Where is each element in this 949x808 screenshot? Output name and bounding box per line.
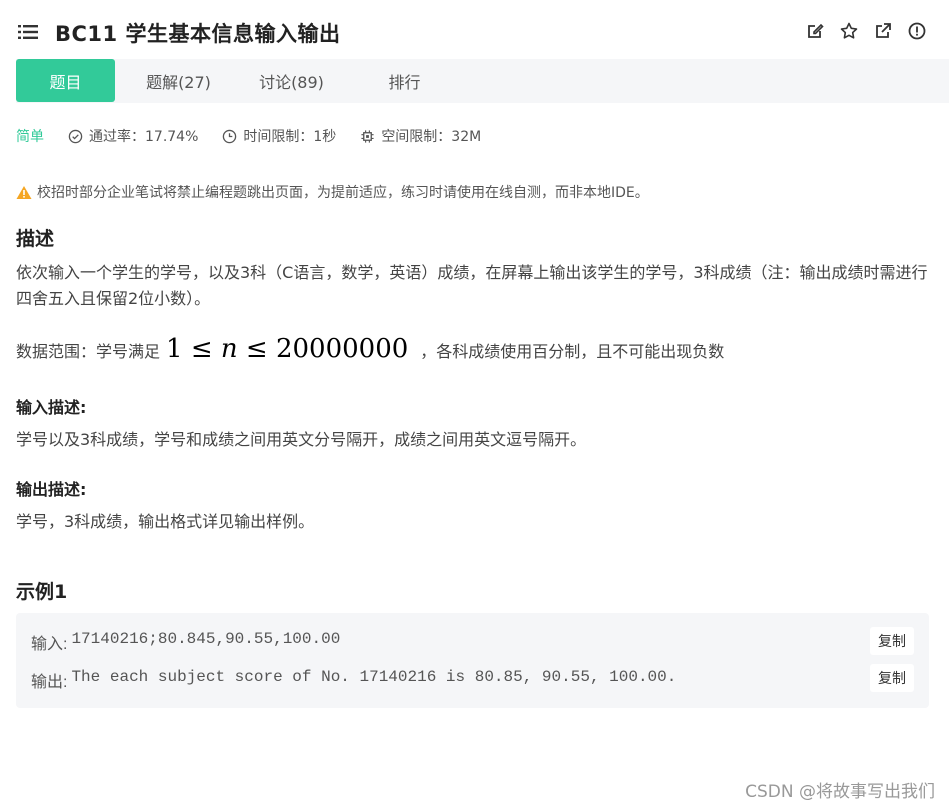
example-output-value: The each subject score of No. 17140216 i…	[71, 668, 677, 686]
range-suffix: ，各科成绩使用百分制，且不可能出现负数	[420, 342, 725, 361]
example-output: 输出: The each subject score of No. 171402…	[31, 668, 676, 692]
time-limit: 时间限制：1秒	[222, 126, 336, 146]
range-prefix: 数据范围：学号满足	[16, 342, 161, 361]
edit-icon[interactable]	[805, 21, 825, 41]
list-icon[interactable]	[18, 24, 38, 40]
copy-output-button[interactable]: 复制	[870, 664, 914, 692]
example-output-label: 输出:	[31, 674, 68, 691]
output-desc-heading: 输出描述:	[16, 480, 87, 499]
clock-icon	[223, 129, 237, 143]
example-heading: 示例1	[16, 581, 68, 603]
input-desc-text: 学号以及3科成绩，学号和成绩之间用英文分号隔开，成绩之间用英文逗号隔开。	[16, 430, 587, 449]
star-icon[interactable]	[839, 21, 859, 41]
input-desc-heading: 输入描述:	[16, 398, 87, 417]
info-icon[interactable]	[907, 21, 927, 41]
data-range: 数据范围：学号满足 1 ≤ n ≤ 20000000 ，各科成绩使用百分制，且不…	[16, 334, 724, 364]
exam-notice: 校招时部分企业笔试将禁止编程题跳出页面，为提前适应，练习时请使用在线自测，而非本…	[16, 182, 649, 202]
tab-discussion[interactable]: 讨论(89)	[242, 59, 341, 102]
difficulty-badge: 简单	[16, 129, 44, 145]
watermark: CSDN @将故事写出我们	[745, 782, 935, 802]
problem-header: BC11 学生基本信息输入输出	[0, 0, 949, 60]
time-limit-text: 时间限制：1秒	[243, 129, 337, 145]
notice-text: 校招时部分企业笔试将禁止编程题跳出页面，为提前适应，练习时请使用在线自测，而非本…	[37, 185, 649, 201]
example-box: 输入: 17140216;80.845,90.55,100.00 复制 输出: …	[16, 613, 929, 708]
chip-icon	[361, 129, 374, 143]
description-heading: 描述	[16, 228, 55, 250]
problem-meta: 简单 通过率：17.74% 时间限制：1秒 空间限制：32M	[16, 126, 505, 146]
description-text: 依次输入一个学生的学号，以及3科（C语言，数学，英语）成绩，在屏幕上输出该学生的…	[16, 263, 928, 308]
header-actions	[805, 21, 927, 41]
space-limit-text: 空间限制：32M	[381, 129, 482, 145]
range-math-left: 1 ≤	[166, 334, 221, 364]
range-formula: 1 ≤ n ≤ 20000000	[166, 334, 408, 364]
example-input-value: 17140216;80.845,90.55,100.00	[71, 630, 341, 648]
warning-icon	[16, 185, 32, 199]
check-circle-icon	[68, 129, 83, 143]
tab-ranking[interactable]: 排行	[355, 59, 454, 102]
range-math-right: ≤ 20000000	[237, 334, 409, 364]
output-desc-text: 学号，3科成绩，输出格式详见输出样例。	[16, 512, 315, 531]
pass-rate: 通过率：17.74%	[68, 126, 198, 146]
tab-problem[interactable]: 题目	[16, 59, 115, 102]
pass-rate-text: 通过率：17.74%	[89, 129, 199, 145]
example-input: 输入: 17140216;80.845,90.55,100.00	[31, 630, 340, 654]
range-math-var: n	[220, 334, 238, 364]
tab-solutions[interactable]: 题解(27)	[129, 59, 228, 102]
space-limit: 空间限制：32M	[360, 126, 481, 146]
problem-tabs: 题目 题解(27) 讨论(89) 排行	[16, 59, 949, 103]
copy-input-button[interactable]: 复制	[870, 627, 914, 655]
page-title: BC11 学生基本信息输入输出	[55, 22, 341, 46]
example-input-label: 输入:	[31, 636, 68, 653]
external-link-icon[interactable]	[873, 21, 893, 41]
